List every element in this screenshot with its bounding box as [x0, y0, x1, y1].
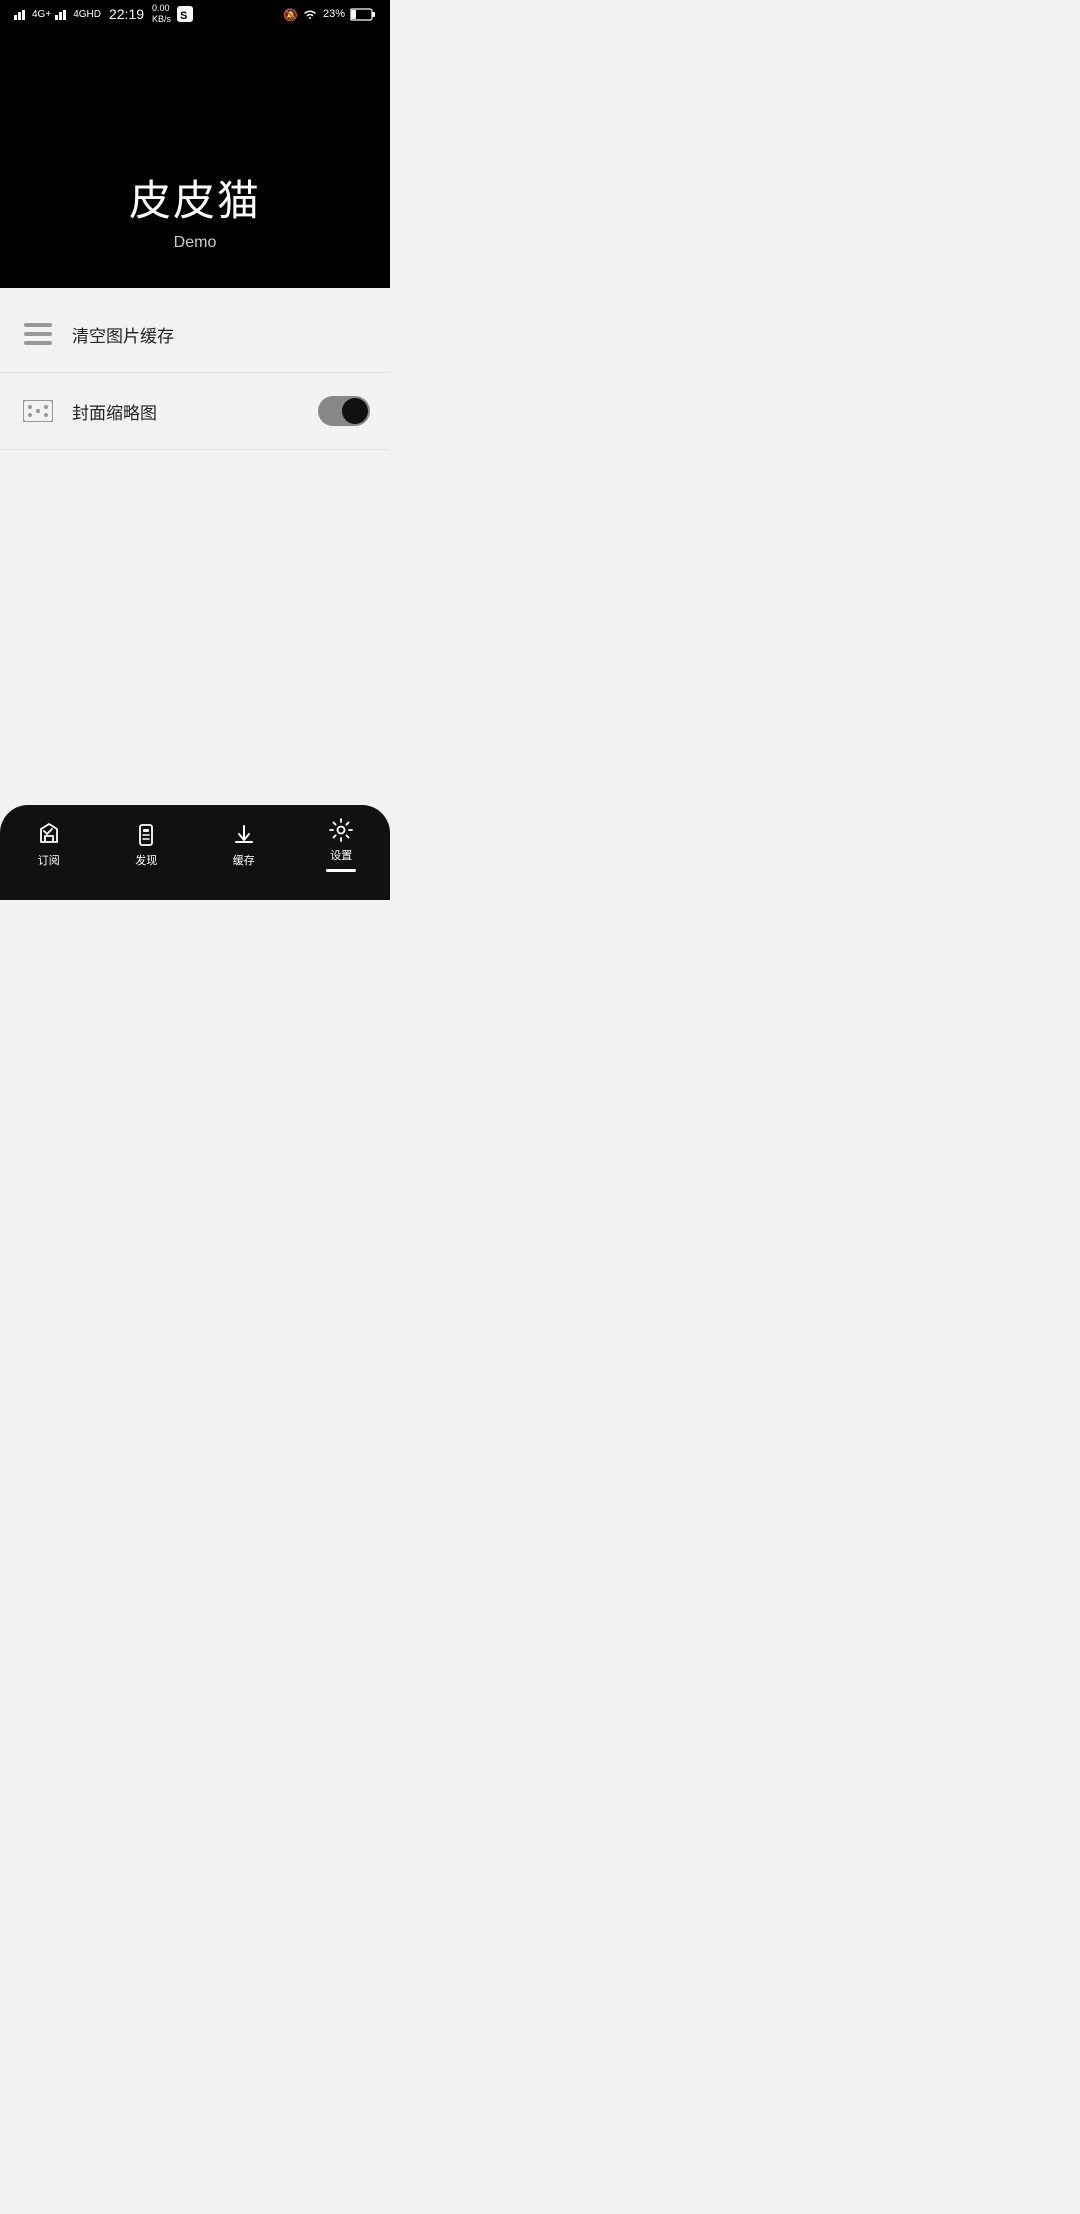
discover-label: 发现 — [135, 852, 157, 868]
cache-icon — [231, 822, 257, 848]
cover-thumbnail-icon — [20, 393, 56, 429]
network-type-2: 4GHD — [73, 9, 101, 20]
mute-icon: 🔕 — [283, 7, 297, 21]
battery-icon — [350, 8, 376, 21]
toggle-thumb — [342, 398, 368, 424]
nav-item-cache[interactable]: 缓存 — [195, 822, 293, 868]
cover-thumbnail-toggle[interactable] — [318, 396, 370, 426]
nav-item-settings[interactable]: 设置 — [293, 817, 391, 872]
settings-label: 设置 — [330, 847, 352, 863]
app-subtitle: Demo — [174, 234, 217, 252]
svg-text:S: S — [180, 10, 187, 22]
discover-icon — [133, 822, 159, 848]
app-title: 皮皮猫 — [129, 167, 261, 228]
active-bar — [326, 869, 356, 872]
status-right: 🔕 23% — [283, 7, 376, 21]
s-app-icon: S — [177, 6, 193, 22]
bottom-nav: 订阅 发现 缓存 — [0, 805, 390, 900]
wifi-icon — [302, 8, 318, 20]
hero-section: 皮皮猫 Demo — [0, 28, 390, 288]
battery-percent: 23% — [323, 8, 345, 20]
nav-item-subscribe[interactable]: 订阅 — [0, 822, 98, 868]
time: 22:19 — [109, 6, 144, 22]
network-signal-2 — [55, 8, 69, 20]
clear-cache-icon — [20, 316, 56, 352]
settings-list: 清空图片缓存 封面缩略图 — [0, 288, 390, 805]
nav-item-discover[interactable]: 发现 — [98, 822, 196, 868]
svg-text:🔕: 🔕 — [283, 8, 297, 21]
subscribe-label: 订阅 — [38, 852, 60, 868]
toggle-track — [318, 396, 370, 426]
clear-cache-item[interactable]: 清空图片缓存 — [0, 296, 390, 373]
settings-icon — [328, 817, 354, 843]
status-left: 4G+ 4GHD 22:19 0.00 KB/s S — [14, 3, 193, 25]
speed: 0.00 KB/s — [152, 3, 171, 25]
subscribe-icon — [36, 822, 62, 848]
status-bar: 4G+ 4GHD 22:19 0.00 KB/s S 🔕 — [0, 0, 390, 28]
network-type-1: 4G+ — [32, 9, 51, 20]
cover-thumbnail-item[interactable]: 封面缩略图 — [0, 373, 390, 450]
clear-cache-label: 清空图片缓存 — [72, 322, 370, 347]
cache-label: 缓存 — [233, 852, 255, 868]
network-signal-1 — [14, 8, 28, 20]
cover-thumbnail-label: 封面缩略图 — [72, 399, 302, 424]
